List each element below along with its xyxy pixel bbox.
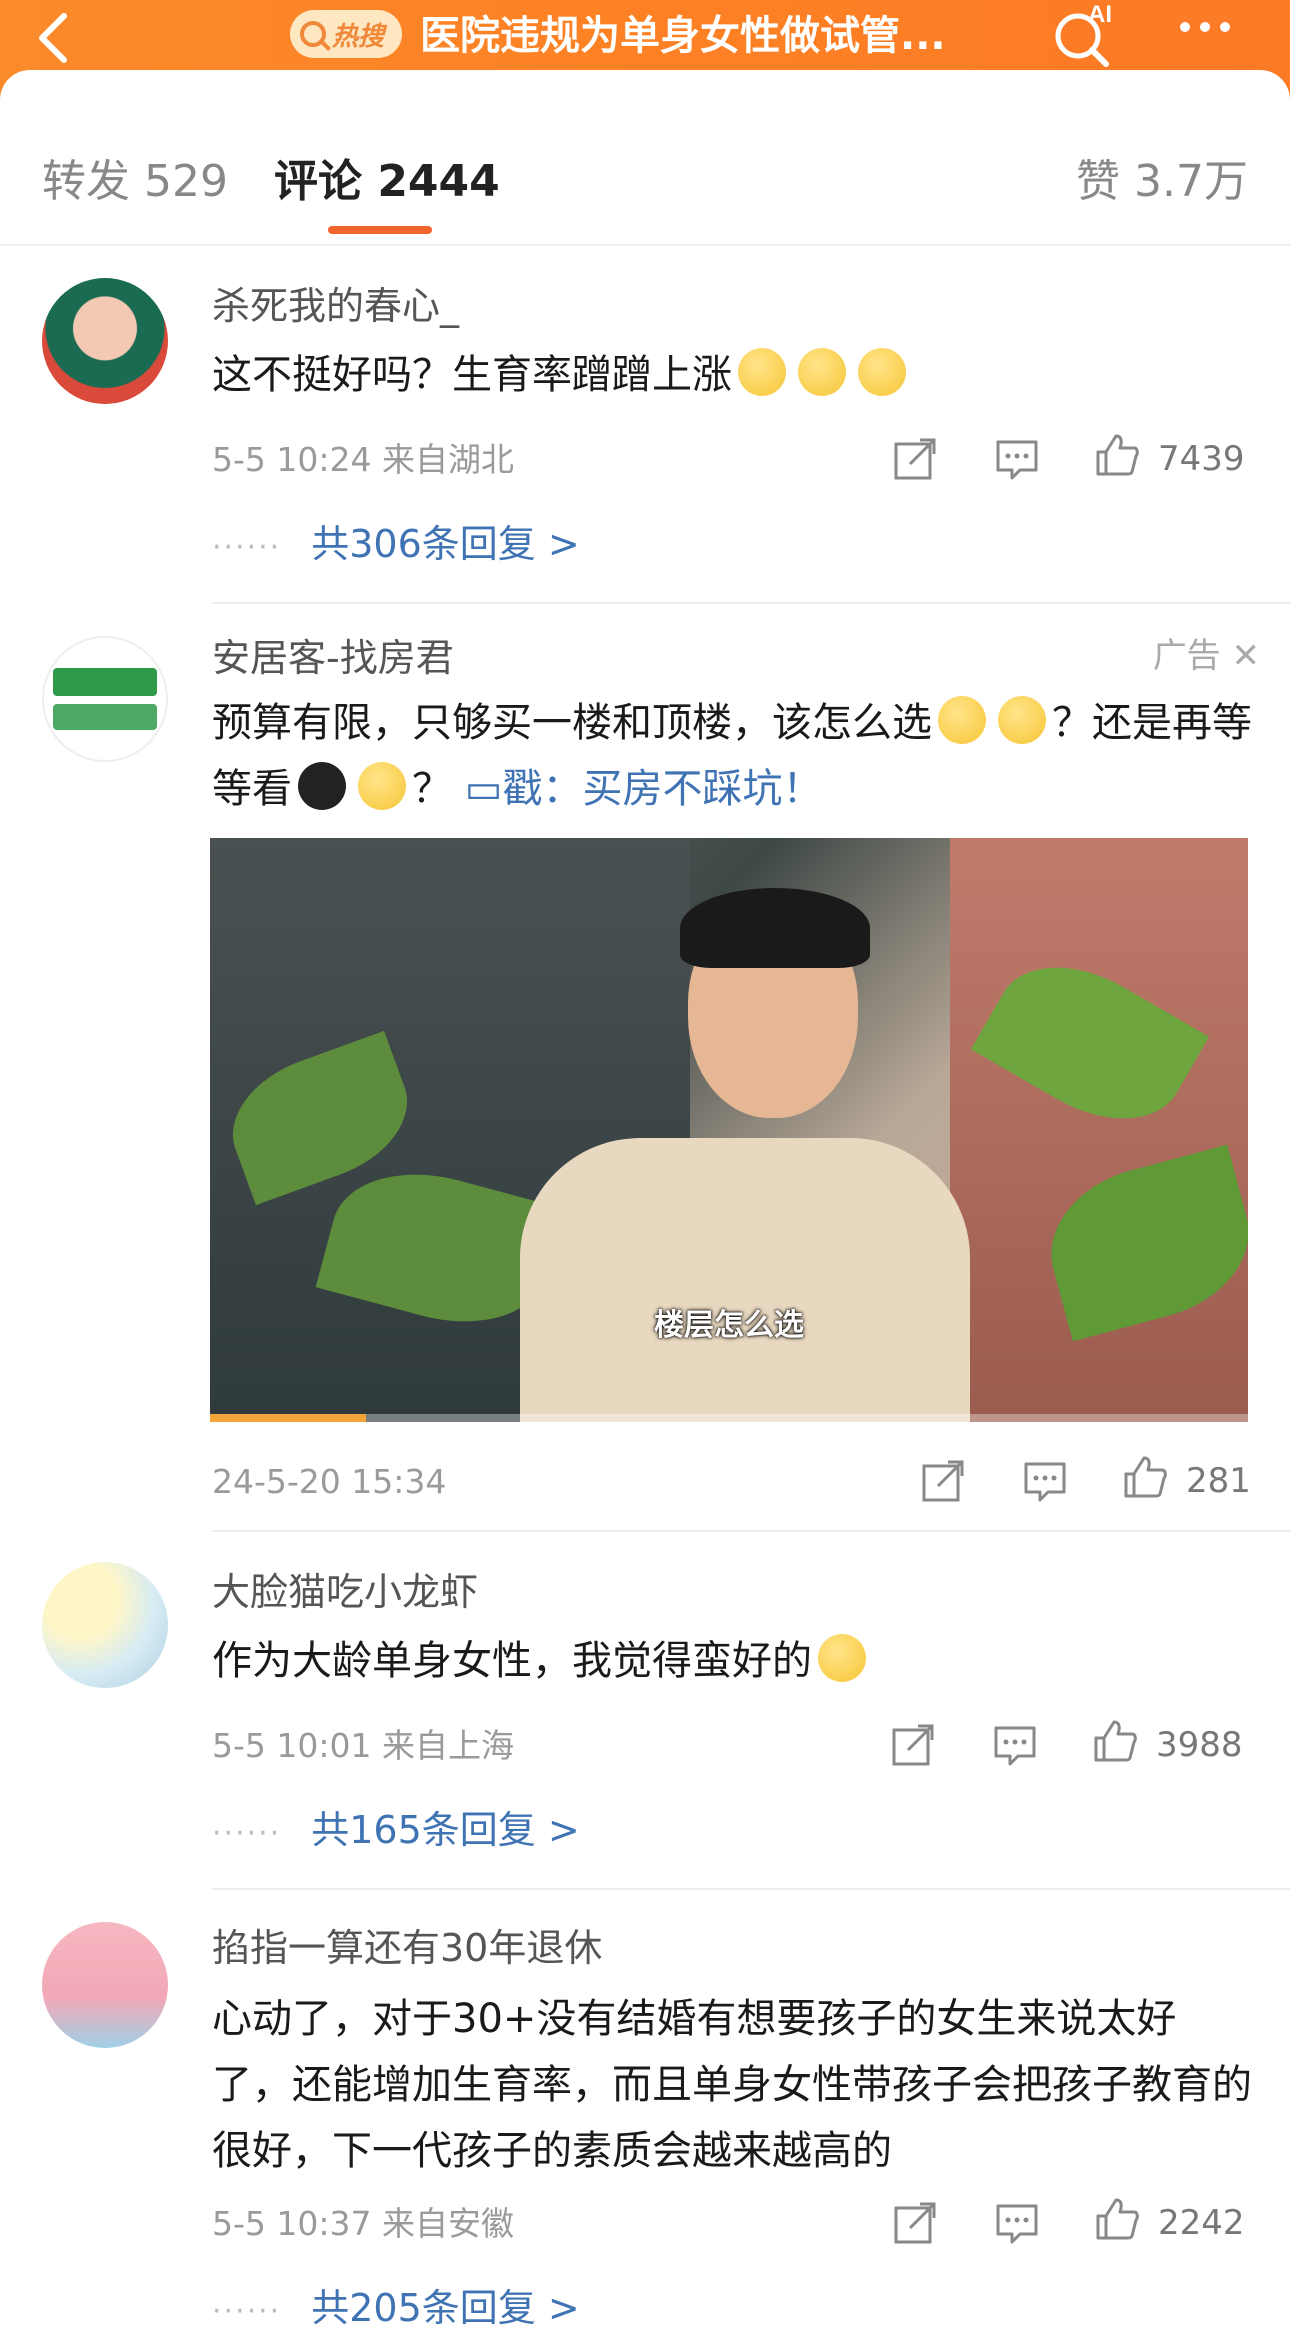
- crying-emoji-icon: [938, 696, 986, 744]
- like-count: 3988: [1156, 1725, 1243, 1765]
- ai-search-icon[interactable]: AI: [1048, 0, 1118, 70]
- avatar[interactable]: [42, 1562, 168, 1688]
- avatar[interactable]: [42, 1922, 168, 2048]
- hot-search-label: 热搜: [332, 21, 385, 52]
- view-replies-link[interactable]: ······ 共205条回复 >: [212, 2282, 580, 2338]
- tab-repost[interactable]: 转发 529: [42, 152, 228, 212]
- comment-icon[interactable]: [994, 436, 1040, 482]
- tab-likes[interactable]: 赞 3.7万: [1076, 152, 1248, 212]
- laugh-cry-emoji-icon: [818, 1634, 866, 1682]
- anjuke-logo: [53, 668, 157, 730]
- divider: [212, 1888, 1290, 1890]
- share-icon[interactable]: [892, 2200, 938, 2246]
- dark-face-emoji-icon: [298, 762, 346, 810]
- reply-dots: ······: [212, 1816, 282, 1851]
- divider: [212, 602, 1290, 604]
- ad-text: 预算有限，只够买一楼和顶楼，该怎么选 ？还是再等等看？ ▭戳：买房不踩坑！: [212, 690, 1252, 822]
- like-icon[interactable]: [1092, 1718, 1138, 1764]
- crying-emoji-icon: [998, 696, 1046, 744]
- reply-dots: ······: [212, 530, 282, 565]
- view-replies-link[interactable]: ······ 共306条回复 >: [212, 518, 580, 574]
- video-caption: 楼层怎么选: [654, 1308, 804, 1343]
- active-tab-indicator: [328, 226, 432, 234]
- ai-label: AI: [1088, 1, 1112, 28]
- person-hair: [680, 888, 870, 968]
- comment-meta: 5-5 10:01 来自上海: [212, 1726, 514, 1765]
- comment-username[interactable]: 掐指一算还有30年退休: [212, 1922, 602, 1974]
- advertiser-avatar[interactable]: [42, 636, 168, 762]
- shush-emoji-icon: [798, 348, 846, 396]
- video-progress-bar[interactable]: [210, 1414, 1248, 1422]
- share-icon[interactable]: [920, 1458, 966, 1504]
- like-count: 7439: [1158, 439, 1245, 479]
- comment-icon[interactable]: [1022, 1458, 1068, 1504]
- comment-meta: 5-5 10:37 来自安徽: [212, 2204, 514, 2243]
- like-icon[interactable]: [1094, 2196, 1140, 2242]
- glasses-emoji-icon: [358, 762, 406, 810]
- shush-emoji-icon: [858, 348, 906, 396]
- more-options-icon[interactable]: [1180, 22, 1230, 32]
- divider: [212, 1530, 1290, 1532]
- topic-title[interactable]: 医院违规为单身女性做试管...: [420, 8, 946, 64]
- comment-username[interactable]: 杀死我的春心_: [212, 280, 459, 332]
- like-count: 2242: [1158, 2203, 1245, 2243]
- comment-icon[interactable]: [994, 2200, 1040, 2246]
- comment-meta: 5-5 10:24 来自湖北: [212, 440, 514, 479]
- view-replies-link[interactable]: ······ 共165条回复 >: [212, 1804, 580, 1860]
- back-arrow-icon[interactable]: [30, 8, 80, 68]
- tab-comments[interactable]: 评论 2444: [274, 152, 500, 212]
- search-icon: [300, 21, 326, 47]
- comment-username[interactable]: 安居客-找房君: [212, 632, 454, 684]
- like-count: 281: [1186, 1461, 1251, 1501]
- comment-text: 这不挺好吗？生育率蹭蹭上涨: [212, 342, 1252, 408]
- ad-link[interactable]: ▭戳：买房不踩坑！: [465, 766, 823, 812]
- shush-emoji-icon: [738, 348, 786, 396]
- avatar[interactable]: [42, 278, 168, 404]
- share-icon[interactable]: [890, 1722, 936, 1768]
- share-icon[interactable]: [892, 436, 938, 482]
- ad-label[interactable]: 广告 ✕: [1153, 632, 1260, 680]
- tab-bar: 转发 529 评论 2444 赞 3.7万: [0, 70, 1290, 246]
- comment-text: 心动了，对于30+没有结婚有想要孩子的女生来说太好了，还能增加生育率，而且单身女…: [212, 1996, 1252, 2174]
- ad-video[interactable]: 楼层怎么选: [210, 838, 1248, 1422]
- video-icon: ▭: [464, 766, 503, 812]
- hot-search-badge[interactable]: 热搜: [290, 10, 402, 58]
- comment-text: 作为大龄单身女性，我觉得蛮好的: [212, 1628, 1252, 1694]
- comment-username[interactable]: 大脸猫吃小龙虾: [212, 1566, 478, 1618]
- person-shirt: [520, 1138, 970, 1422]
- comment-meta: 24-5-20 15:34: [212, 1462, 447, 1501]
- video-progress-fill: [210, 1414, 366, 1422]
- reply-dots: ······: [212, 2294, 282, 2329]
- like-icon[interactable]: [1122, 1454, 1168, 1500]
- close-icon[interactable]: ✕: [1232, 636, 1261, 676]
- comment-icon[interactable]: [992, 1722, 1038, 1768]
- like-icon[interactable]: [1094, 432, 1140, 478]
